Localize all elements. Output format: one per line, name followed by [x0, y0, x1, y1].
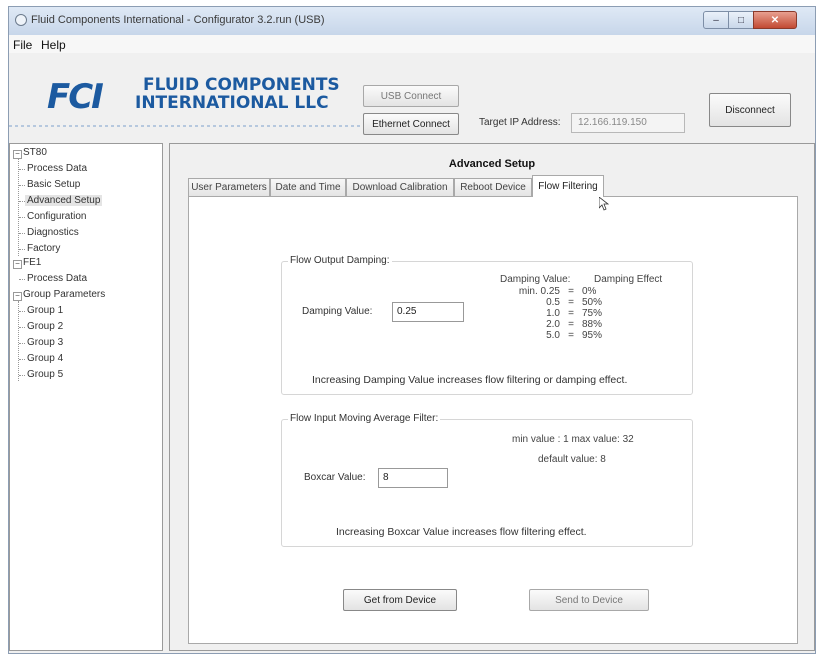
tree-branch: [19, 311, 25, 312]
damping-value-label: Damping Value:: [302, 306, 373, 317]
tab-date-and-time[interactable]: Date and Time: [270, 178, 346, 196]
damping-table: min. 0.25 = 0% 0.5 = 50% 1.0 = 75% 2.0 = 88% 5.0…: [504, 286, 622, 341]
tree-item-group-parameters[interactable]: Group Parameters: [23, 289, 105, 300]
tree-branch: [19, 217, 25, 218]
boxcar-note: Increasing Boxcar Value increases flow f…: [336, 526, 587, 538]
menu-help[interactable]: Help: [41, 38, 66, 52]
app-window: Fluid Components International - Configu…: [8, 6, 816, 654]
damping-row-value: 0.5: [546, 297, 560, 308]
panel-title: Advanced Setup: [448, 158, 536, 170]
main-panel: Advanced Setup User Parameters Date and …: [169, 143, 815, 651]
tree-item-group-3[interactable]: Group 3: [27, 337, 63, 348]
damping-row: 0.5 = 50%: [504, 297, 622, 308]
tree-branch: [19, 169, 25, 170]
damping-row-effect: 75%: [582, 308, 603, 319]
tree-item-group-4[interactable]: Group 4: [27, 353, 63, 364]
tree-item-basic-setup[interactable]: Basic Setup: [27, 179, 80, 190]
close-button[interactable]: ✕: [753, 11, 797, 29]
menu-bar: File Help: [9, 35, 815, 53]
tree-item-group-2[interactable]: Group 2: [27, 321, 63, 332]
header-stripe: [9, 125, 369, 127]
disconnect-button[interactable]: Disconnect: [709, 93, 791, 127]
flow-input-filter-group: Flow Input Moving Average Filter: Boxcar…: [281, 413, 693, 547]
boxcar-range-text: min value : 1 max value: 32: [512, 434, 634, 445]
get-from-device-button[interactable]: Get from Device: [343, 589, 457, 611]
boxcar-value-label: Boxcar Value:: [304, 472, 366, 483]
tree-item-factory[interactable]: Factory: [27, 243, 60, 254]
menu-file[interactable]: File: [13, 38, 32, 52]
collapse-icon[interactable]: −: [13, 292, 22, 301]
tab-download-calibration[interactable]: Download Calibration: [346, 178, 454, 196]
tree-item-advanced-setup[interactable]: Advanced Setup: [25, 195, 103, 206]
window-title: Fluid Components International - Configu…: [31, 14, 325, 26]
damping-note: Increasing Damping Value increases flow …: [312, 374, 628, 386]
tree-line: [18, 159, 19, 256]
mouse-cursor-icon: [599, 197, 609, 211]
boxcar-group-legend: Flow Input Moving Average Filter:: [288, 413, 441, 424]
damping-row-eq: =: [568, 330, 574, 341]
usb-connect-button[interactable]: USB Connect: [363, 85, 459, 107]
send-to-device-button[interactable]: Send to Device: [529, 589, 649, 611]
device-tree: − ST80 Process Data Basic Setup Advanced…: [9, 143, 163, 651]
damping-row-eq: =: [568, 286, 574, 297]
target-ip-field[interactable]: 12.166.119.150: [571, 113, 685, 133]
tree-item-st80[interactable]: ST80: [23, 147, 47, 158]
boxcar-value-input[interactable]: 8: [378, 468, 448, 488]
target-ip-label: Target IP Address:: [479, 117, 561, 128]
minimize-button[interactable]: –: [703, 11, 729, 29]
tree-item-group-5[interactable]: Group 5: [27, 369, 63, 380]
tree-branch: [19, 327, 25, 328]
damping-row: 2.0 = 88%: [504, 319, 622, 330]
flow-filtering-tab-content: Flow Output Damping: Damping Value: 0.25…: [188, 196, 798, 644]
tree-branch: [19, 185, 25, 186]
damping-row: 1.0 = 75%: [504, 308, 622, 319]
brand-line2: INTERNATIONAL LLC: [135, 93, 329, 113]
damping-row-effect: 50%: [582, 297, 603, 308]
maximize-button[interactable]: □: [728, 11, 754, 29]
tree-item-configuration[interactable]: Configuration: [27, 211, 86, 222]
tab-user-parameters[interactable]: User Parameters: [188, 178, 270, 196]
damping-row-eq: =: [568, 308, 574, 319]
tab-reboot-device[interactable]: Reboot Device: [454, 178, 532, 196]
tree-branch: [19, 233, 25, 234]
damping-row-value: 5.0: [546, 330, 560, 341]
tree-branch: [19, 343, 25, 344]
tree-item-fe1-process-data[interactable]: Process Data: [27, 273, 87, 284]
tree-branch: [19, 375, 25, 376]
title-bar: Fluid Components International - Configu…: [9, 7, 815, 35]
brand-line1: FLUID COMPONENTS: [143, 75, 340, 95]
damping-row-eq: =: [568, 319, 574, 330]
header: FCI FLUID COMPONENTS INTERNATIONAL LLC U…: [9, 53, 815, 135]
tree-item-group-1[interactable]: Group 1: [27, 305, 63, 316]
tree-item-fe1[interactable]: FE1: [23, 257, 41, 268]
damping-row: 5.0 = 95%: [504, 330, 622, 341]
fci-logo: FCI: [47, 77, 104, 117]
ethernet-connect-button[interactable]: Ethernet Connect: [363, 113, 459, 135]
flow-output-damping-group: Flow Output Damping: Damping Value: 0.25…: [281, 255, 693, 395]
damping-row: min. 0.25 = 0%: [504, 286, 622, 297]
tree-branch: [19, 249, 25, 250]
damping-row-effect: 88%: [582, 319, 603, 330]
tree-branch: [19, 279, 25, 280]
collapse-icon[interactable]: −: [13, 150, 22, 159]
tree-item-diagnostics[interactable]: Diagnostics: [27, 227, 79, 238]
tab-flow-filtering[interactable]: Flow Filtering: [532, 175, 604, 197]
damping-col1-header: Damping Value:: [500, 274, 571, 285]
tree-branch: [19, 359, 25, 360]
tree-line: [18, 301, 19, 381]
collapse-icon[interactable]: −: [13, 260, 22, 269]
damping-row-effect: 95%: [582, 330, 603, 341]
app-icon: [15, 14, 27, 26]
damping-group-legend: Flow Output Damping:: [288, 255, 392, 266]
damping-row-value: min. 0.25: [518, 286, 560, 297]
boxcar-default-text: default value: 8: [538, 454, 606, 465]
damping-row-effect: 0%: [582, 286, 597, 297]
damping-row-eq: =: [568, 297, 574, 308]
damping-row-value: 2.0: [546, 319, 560, 330]
damping-value-input[interactable]: 0.25: [392, 302, 464, 322]
tree-item-process-data[interactable]: Process Data: [27, 163, 87, 174]
damping-col2-header: Damping Effect: [594, 274, 663, 285]
damping-row-value: 1.0: [546, 308, 560, 319]
